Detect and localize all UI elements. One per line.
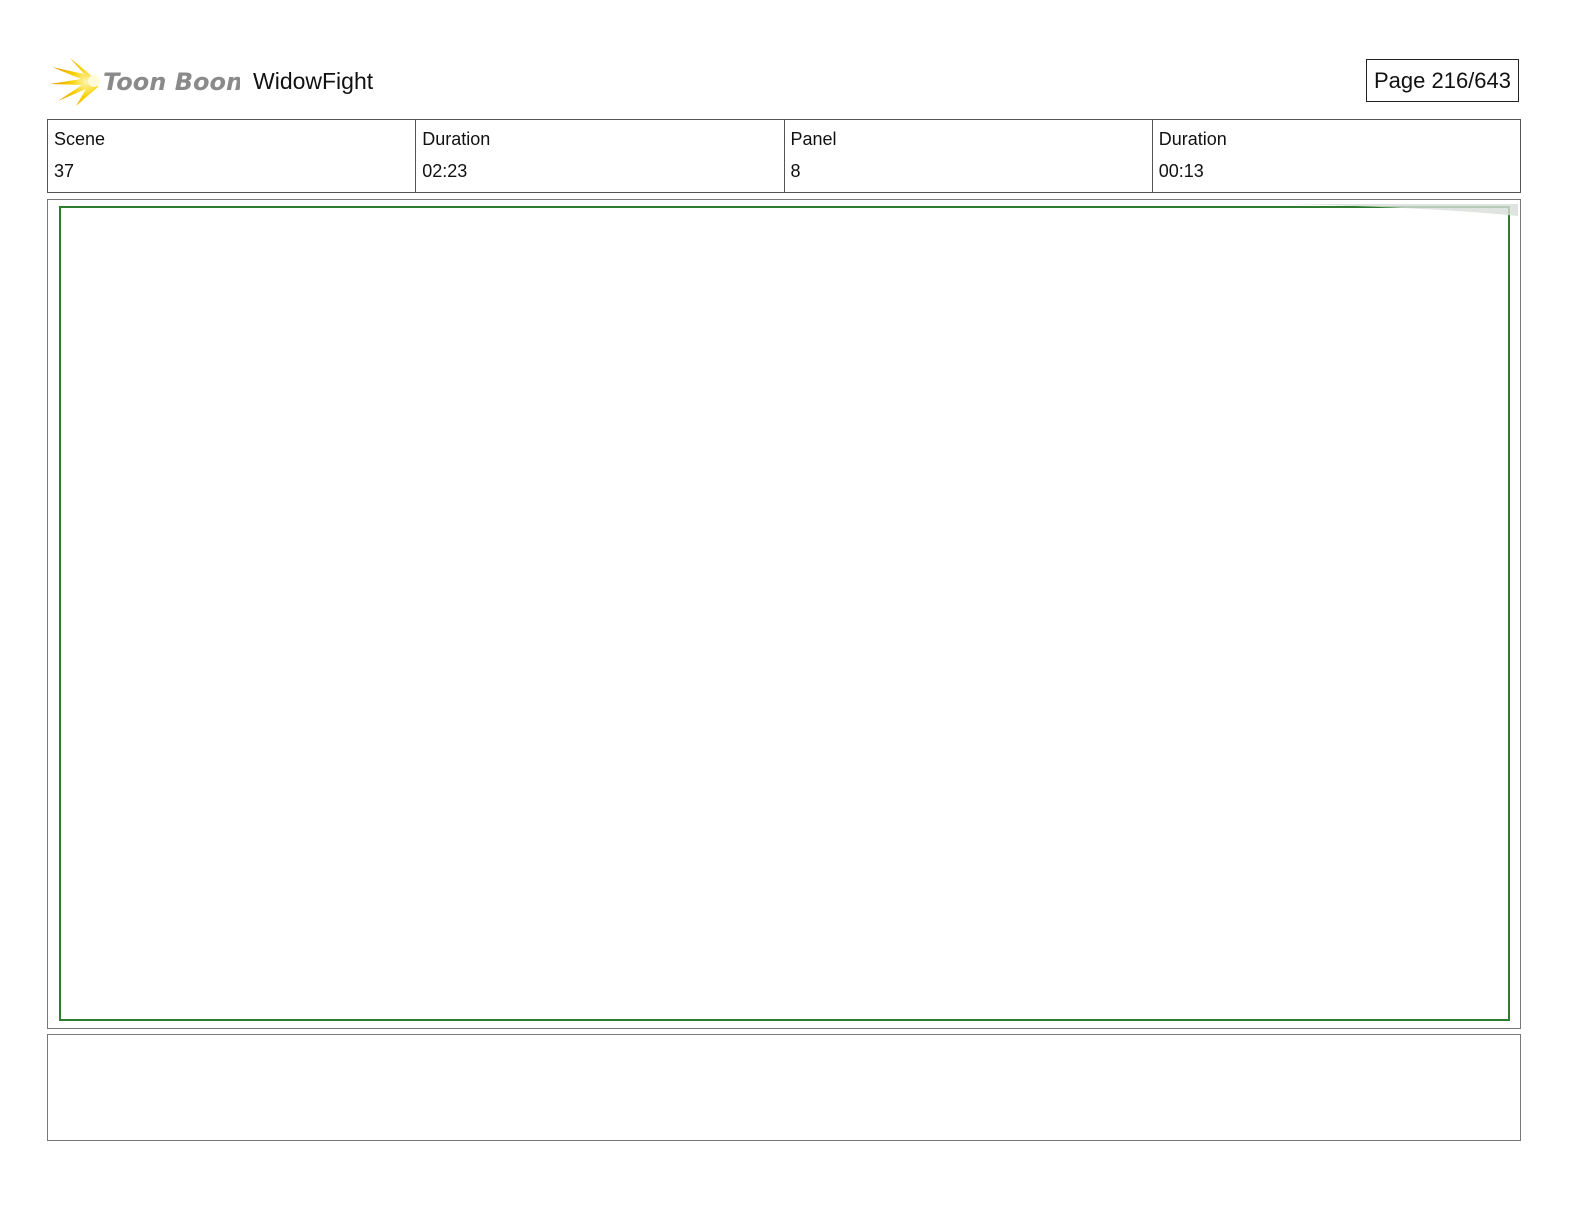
scene-label: Scene xyxy=(54,129,106,149)
panel-duration-value: 00:13 xyxy=(1158,161,1204,181)
scene-cell: Scene 37 xyxy=(48,120,415,192)
toon-boom-logo-icon: Toon Boom xyxy=(50,58,251,106)
panel-label: Panel xyxy=(790,129,837,149)
panel-duration-cell: Duration 00:13 xyxy=(1151,120,1520,192)
scene-duration-value: 02:23 xyxy=(422,161,468,181)
scene-duration-label: Duration xyxy=(422,129,491,149)
toon-boom-logo: Toon Boom xyxy=(48,54,251,108)
project-title: WidowFight xyxy=(253,68,374,94)
page-number: Page 216/643 xyxy=(1366,59,1519,102)
panel-image-area xyxy=(59,206,1510,1021)
scene-info-table: Scene 37 Duration 02:23 Panel 8 Duration… xyxy=(47,119,1521,193)
panel-cell: Panel 8 xyxy=(783,120,1152,192)
scene-value: 37 xyxy=(54,161,75,181)
scene-duration-cell: Duration 02:23 xyxy=(415,120,783,192)
panel-value: 8 xyxy=(790,161,801,181)
panel-notes-box xyxy=(47,1034,1521,1141)
panel-corner-smudge xyxy=(1290,202,1518,218)
svg-text:Toon Boom: Toon Boom xyxy=(103,68,240,96)
panel-duration-label: Duration xyxy=(1158,129,1227,149)
